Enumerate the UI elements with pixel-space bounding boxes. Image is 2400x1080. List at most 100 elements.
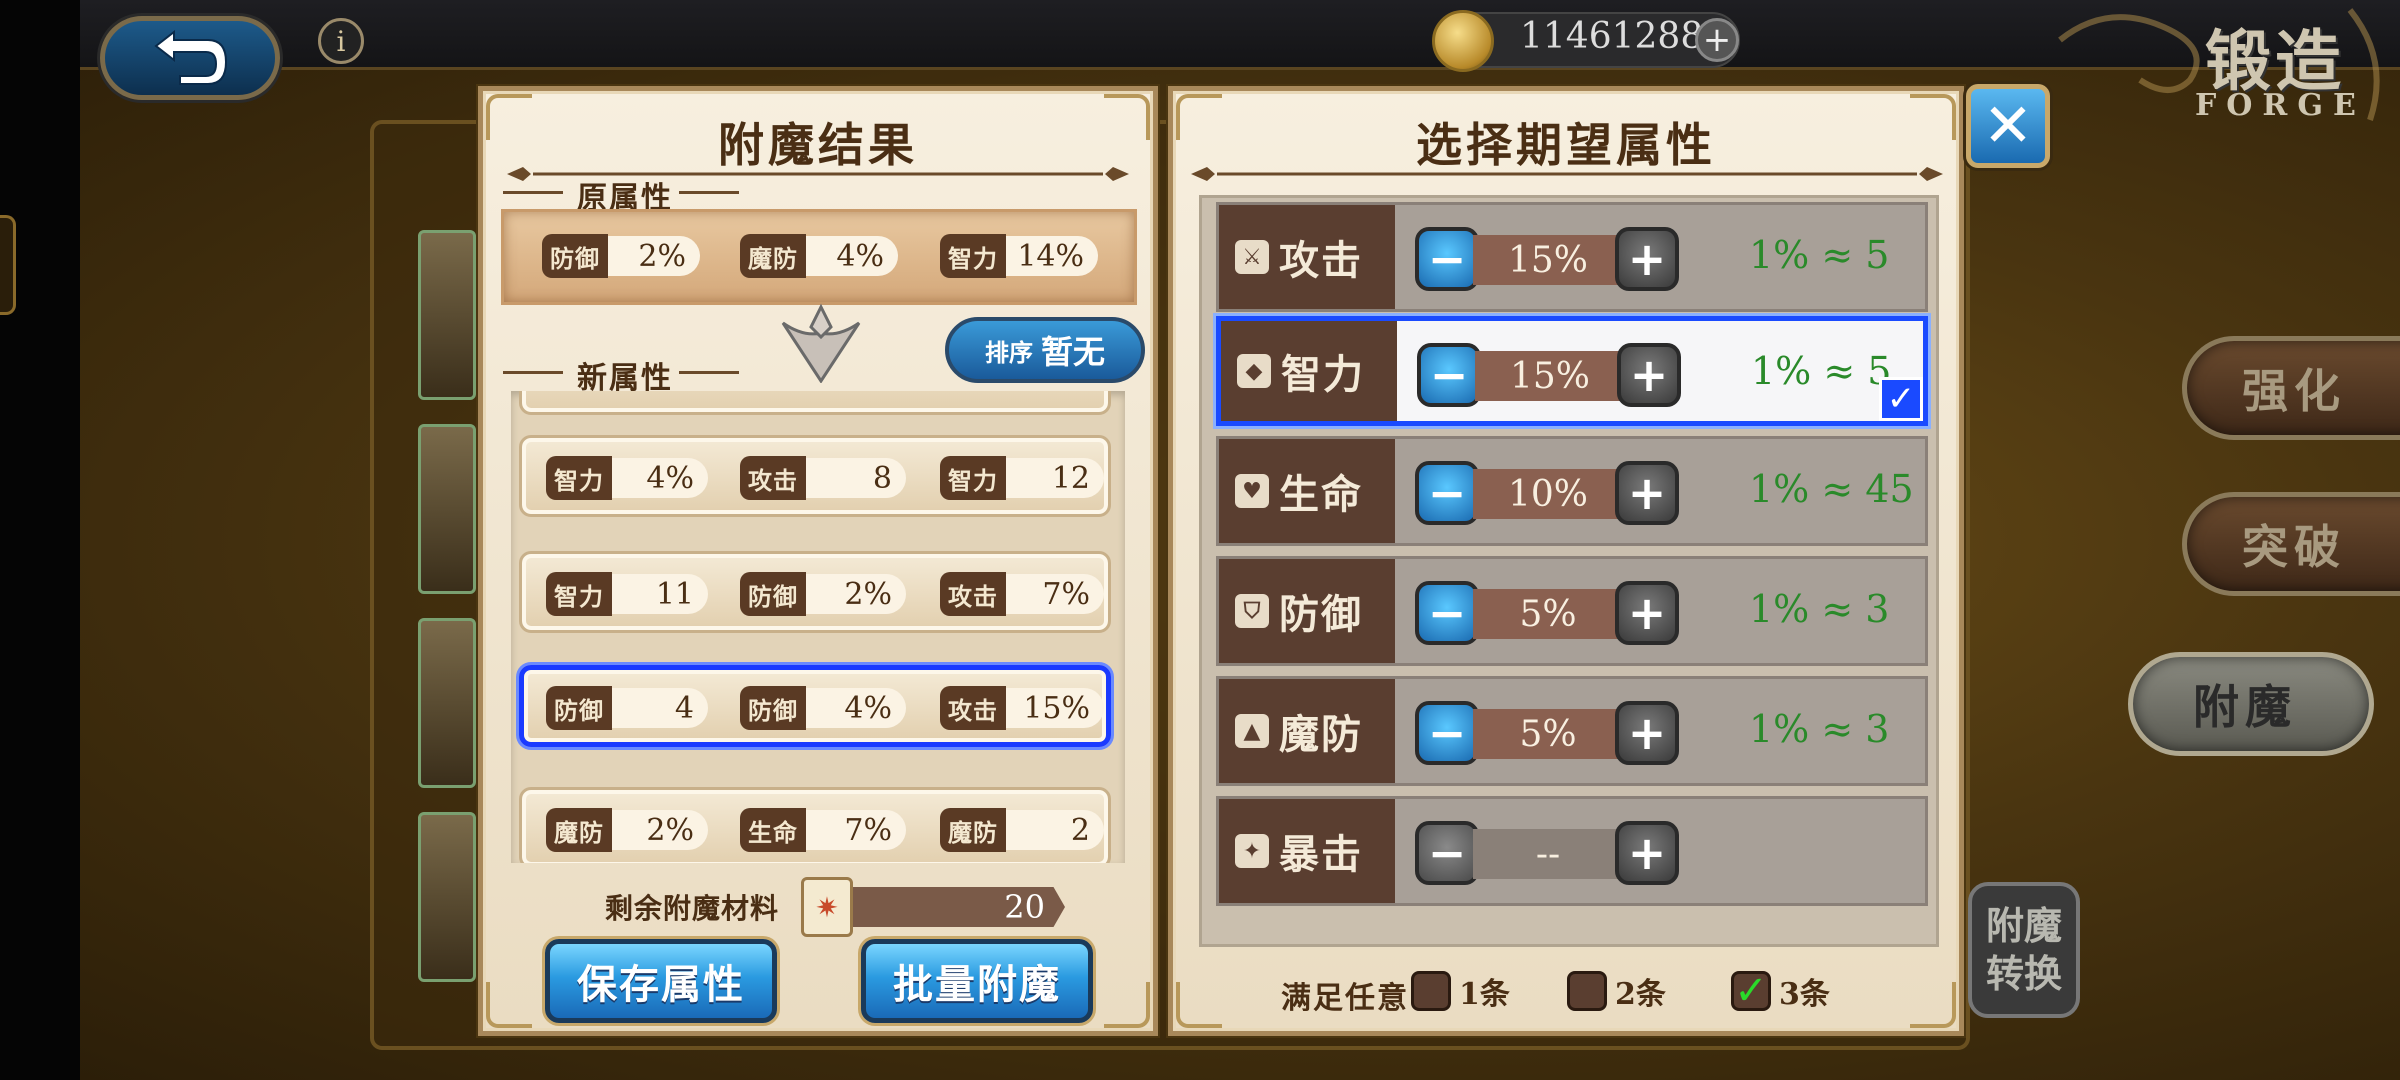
stat-value: 11: [612, 574, 708, 614]
checkbox[interactable]: [1411, 971, 1451, 1011]
stat-value: 14%: [1006, 236, 1098, 276]
decrease-button[interactable]: −: [1417, 343, 1481, 407]
increase-button[interactable]: +: [1615, 821, 1679, 885]
attribute-name: 攻击: [1279, 238, 1363, 284]
attribute-name-cell: ✦ 暴击: [1219, 799, 1395, 903]
sort-button[interactable]: 排序 暂无: [945, 317, 1145, 383]
increase-button[interactable]: +: [1615, 227, 1679, 291]
desired-attributes-panel: 选择期望属性 ⚔ 攻击 − 15% + 1% ≈ 5 ◆ 智力 − 15% + …: [1168, 86, 1964, 1036]
attribute-row-defense[interactable]: ⛉ 防御 − 5% + 1% ≈ 3: [1216, 556, 1928, 666]
stat-name: 防御: [542, 234, 608, 278]
stat-value: 4%: [806, 236, 898, 276]
decrease-button[interactable]: −: [1415, 227, 1479, 291]
match-option-label: 3条: [1779, 977, 1830, 1012]
stat-name: 智力: [546, 572, 612, 616]
tab-strengthen[interactable]: 强化: [2182, 336, 2400, 440]
match-condition-row: 满足任意 1条 2条 ✓ 3条: [1173, 961, 1959, 1021]
result-list[interactable]: 智力 4% 攻击 8 智力 12 智力 11 防御 2% 攻击 7% 防御 4 …: [511, 391, 1125, 863]
stat-chip: 魔防 4%: [740, 234, 898, 278]
forge-screen: i 11461288 + 锻造 FORGE 强化 突破 附魔 附魔转换 附魔结果…: [0, 0, 2400, 1080]
equipment-slot[interactable]: [418, 618, 476, 788]
result-row-partial[interactable]: [519, 391, 1111, 415]
attribute-ratio: 1% ≈ 5: [1751, 349, 1892, 393]
attribute-ratio: 1% ≈ 5: [1749, 233, 1890, 277]
back-button[interactable]: [100, 16, 280, 100]
attribute-value: 15%: [1473, 235, 1623, 285]
equipment-slot[interactable]: [418, 230, 476, 400]
equipment-slot[interactable]: [418, 424, 476, 594]
attribute-name: 魔防: [1279, 712, 1363, 758]
stat-value: 2%: [608, 236, 700, 276]
panel-corner: [486, 982, 532, 1028]
match-label: 满足任意: [1281, 981, 1409, 1016]
checkbox[interactable]: [1567, 971, 1607, 1011]
attribute-name-cell: ⚔ 攻击: [1219, 205, 1395, 309]
increase-button[interactable]: +: [1615, 701, 1679, 765]
stat-chip: 防御 4%: [740, 686, 906, 730]
stat-value: 15%: [1006, 688, 1104, 728]
result-row[interactable]: 智力 4% 攻击 8 智力 12: [519, 435, 1111, 517]
crit-icon: ✦: [1235, 834, 1269, 868]
tab-enchant-convert[interactable]: 附魔转换: [1968, 882, 2080, 1018]
stat-value: 7%: [1006, 574, 1104, 614]
attribute-row-intelligence[interactable]: ◆ 智力 − 15% + 1% ≈ 5 ✓: [1216, 316, 1928, 426]
attribute-row-attack[interactable]: ⚔ 攻击 − 15% + 1% ≈ 5: [1216, 202, 1928, 312]
divider: [679, 191, 739, 194]
decrease-button[interactable]: −: [1415, 461, 1479, 525]
book-icon: ◆: [1237, 354, 1271, 388]
tab-enchant[interactable]: 附魔: [2128, 652, 2374, 756]
result-row[interactable]: 魔防 2% 生命 7% 魔防 2: [519, 787, 1111, 863]
attribute-name: 生命: [1279, 472, 1363, 518]
stat-chip: 攻击 8: [740, 456, 906, 500]
attribute-name: 智力: [1281, 352, 1365, 398]
stat-chip: 魔防 2%: [546, 808, 708, 852]
attribute-row-hp[interactable]: ♥ 生命 − 10% + 1% ≈ 45: [1216, 436, 1928, 546]
stat-name: 生命: [740, 808, 806, 852]
increase-button[interactable]: +: [1617, 343, 1681, 407]
tab-breakthrough[interactable]: 突破: [2182, 492, 2400, 596]
sword-icon: ⚔: [1235, 240, 1269, 274]
attribute-ratio: 1% ≈ 3: [1749, 707, 1890, 751]
stat-chip: 防御 4: [546, 686, 708, 730]
heart-icon: ♥: [1235, 474, 1269, 508]
material-row: 剩余附魔材料 20 ✷: [483, 877, 1153, 937]
equipment-slot[interactable]: [418, 812, 476, 982]
stat-name: 防御: [546, 686, 612, 730]
match-option-label: 1条: [1459, 977, 1510, 1012]
decrease-button[interactable]: −: [1415, 701, 1479, 765]
decrease-button[interactable]: −: [1415, 821, 1479, 885]
increase-button[interactable]: +: [1615, 581, 1679, 645]
stat-name: 魔防: [940, 808, 1006, 852]
decrease-button[interactable]: −: [1415, 581, 1479, 645]
stat-chip: 攻击 15%: [940, 686, 1104, 730]
stat-chip: 智力 4%: [546, 456, 708, 500]
stat-chip: 智力 12: [940, 456, 1104, 500]
gold-amount: 11461288: [1520, 16, 1704, 57]
info-button[interactable]: i: [318, 18, 364, 64]
screen-edge: [0, 0, 80, 1080]
close-button[interactable]: ✕: [1966, 84, 2050, 168]
match-option-2[interactable]: 2条: [1567, 969, 1666, 1013]
attribute-value: 5%: [1473, 589, 1623, 639]
checkbox-checked[interactable]: ✓: [1731, 971, 1771, 1011]
add-gold-button[interactable]: +: [1695, 18, 1739, 62]
stat-value: 8: [806, 458, 906, 498]
stat-name: 魔防: [546, 808, 612, 852]
result-row[interactable]: 智力 11 防御 2% 攻击 7%: [519, 551, 1111, 633]
result-row-selected[interactable]: 防御 4 防御 4% 攻击 15%: [519, 665, 1111, 747]
stat-chip: 智力 14%: [940, 234, 1098, 278]
material-label: 剩余附魔材料: [605, 892, 780, 925]
match-option-1[interactable]: 1条: [1411, 969, 1510, 1013]
attribute-row-crit[interactable]: ✦ 暴击 − -- +: [1216, 796, 1928, 906]
match-option-3[interactable]: ✓ 3条: [1731, 969, 1830, 1013]
batch-enchant-button[interactable]: 批量附魔: [861, 939, 1093, 1023]
forge-subtitle: FORGE: [2195, 88, 2366, 123]
save-attributes-button[interactable]: 保存属性: [545, 939, 777, 1023]
attribute-row-magic-defense[interactable]: ▲ 魔防 − 5% + 1% ≈ 3: [1216, 676, 1928, 786]
increase-button[interactable]: +: [1615, 461, 1679, 525]
back-arrow-icon: [154, 30, 228, 85]
stat-value: 4%: [806, 688, 906, 728]
stat-value: 7%: [806, 810, 906, 850]
stat-name: 攻击: [740, 456, 806, 500]
enchant-scroll-icon: ✷: [801, 877, 853, 937]
